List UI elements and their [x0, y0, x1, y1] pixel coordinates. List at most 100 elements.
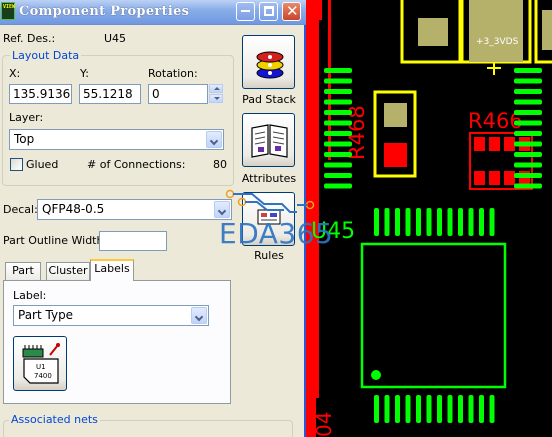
pad-stack-button[interactable] [242, 35, 295, 89]
qfp-pad [384, 208, 390, 236]
qfp-pad [458, 208, 463, 236]
qfp-pad [384, 395, 390, 423]
watermark-text: EDA365 [219, 217, 334, 250]
tab-cluster[interactable]: Cluster [46, 262, 90, 280]
qfp-pad [426, 395, 432, 423]
y-label: Y: [80, 67, 89, 80]
label-value: Part Type [18, 308, 74, 322]
attributes-book-icon [251, 124, 288, 158]
qfp-pad [324, 183, 352, 189]
qfp-pad [437, 208, 442, 236]
decal-value: QFP48-0.5 [42, 202, 105, 216]
rules-label: Rules [254, 249, 284, 262]
pad [418, 18, 448, 46]
chevron-down-icon[interactable] [206, 131, 222, 148]
close-button[interactable]: ✕ [282, 2, 301, 21]
app-icon: VIEW [1, 2, 15, 20]
x-field[interactable]: 135.9136 [9, 84, 72, 104]
net-label: +3_3VDS [476, 37, 519, 47]
tab-part[interactable]: Part [5, 262, 41, 280]
attributes-button[interactable] [242, 113, 295, 167]
chevron-down-icon[interactable] [191, 307, 207, 324]
spin-down-icon[interactable] [209, 94, 223, 103]
layer-select[interactable]: Top [9, 129, 224, 150]
glued-label: Glued [26, 158, 59, 171]
maximize-icon [264, 6, 274, 16]
tab-labels[interactable]: Labels [90, 259, 134, 281]
title-bar[interactable]: VIEW Component Properties ✕ [0, 0, 306, 25]
qfp-pad [514, 89, 542, 94]
layout-data-title: Layout Data [10, 49, 82, 62]
u45-outline [360, 242, 507, 389]
qfp-pad [514, 152, 542, 157]
x-label: X: [9, 67, 21, 80]
ref-des-label: Ref. Des.: [3, 32, 56, 45]
layer-label: Layer: [9, 111, 44, 124]
qfp-pad [395, 395, 400, 423]
qfp-pad [416, 395, 421, 423]
qfp-pad [514, 183, 542, 189]
qfp-pad [468, 395, 474, 423]
ref-label: 04 [312, 412, 336, 437]
pad-stack-icon [256, 51, 284, 79]
pad [469, 0, 523, 62]
spin-up-icon[interactable] [209, 84, 223, 93]
qfp-pad [324, 110, 352, 115]
connections-label: # of Connections: [87, 158, 186, 171]
qfp-pad [479, 395, 484, 423]
qfp-pad [479, 208, 484, 236]
qfp-pad [437, 395, 442, 423]
pad [384, 143, 407, 167]
r466-pads [469, 132, 533, 190]
qfp-pad [447, 208, 453, 236]
qfp-pad [405, 395, 411, 423]
qfp-pad [374, 395, 379, 423]
qfp-pad [324, 89, 352, 94]
qfp-pad [514, 110, 542, 115]
rotation-field[interactable]: 0 [148, 84, 208, 104]
qfp-pad [447, 395, 453, 423]
qfp-pad [324, 68, 352, 73]
close-icon: ✕ [286, 2, 299, 20]
qfp-pad [514, 78, 542, 84]
minimize-button[interactable] [236, 2, 255, 21]
qfp-pad [514, 120, 542, 126]
qfp-pad [514, 68, 542, 73]
qfp-pad [324, 152, 352, 157]
qfp-pad [324, 99, 352, 105]
rotation-spinner[interactable] [209, 84, 223, 104]
qfp-pad [324, 173, 352, 178]
part-outline-label: Part Outline Width: [3, 234, 108, 247]
decal-label: Decal: [3, 203, 38, 216]
qfp-pad [468, 208, 474, 236]
attributes-label: Attributes [241, 172, 297, 185]
part-outline-field[interactable] [99, 231, 167, 251]
qfp-pad [324, 162, 352, 168]
minimize-icon [241, 10, 250, 12]
glued-checkbox[interactable] [10, 158, 23, 171]
pcb-drawing: +3_3VDS R468 R466 U45 04 [306, 0, 552, 437]
label-select[interactable]: Part Type [13, 305, 209, 326]
screen: +3_3VDS R468 R466 U45 04 VIEW Component … [0, 0, 552, 437]
qfp-pad [374, 208, 379, 236]
decal-select[interactable]: QFP48-0.5 [37, 199, 232, 220]
pcb-canvas[interactable]: +3_3VDS R468 R466 U45 04 [306, 0, 552, 437]
y-field[interactable]: 55.1218 [79, 84, 141, 104]
qfp-pad [514, 141, 542, 147]
qfp-pad [324, 120, 352, 126]
layer-value: Top [14, 132, 35, 146]
maximize-button[interactable] [259, 2, 278, 21]
label-field-label: Label: [13, 289, 47, 302]
qfp-pad [514, 173, 542, 178]
qfp-pad [324, 131, 352, 136]
qfp-pad [405, 208, 411, 236]
ref-des-value: U45 [104, 32, 127, 45]
connections-value: 80 [213, 158, 227, 171]
qfp-pad [514, 131, 542, 136]
label-properties-button[interactable]: U1 7400 [13, 336, 67, 391]
svg-text:U1: U1 [36, 363, 46, 371]
pad [384, 103, 407, 127]
qfp-pad [514, 99, 542, 105]
qfp-pad [324, 141, 352, 147]
qfp-pad [489, 208, 495, 236]
